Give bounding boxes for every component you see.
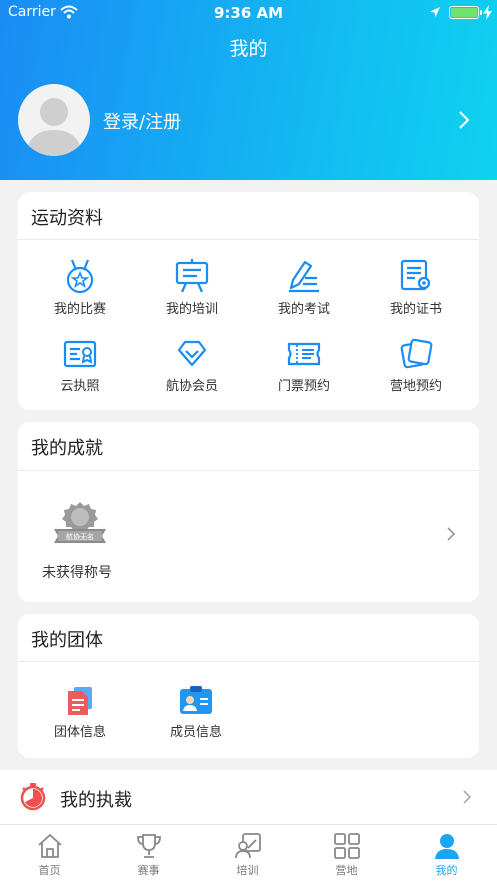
default-avatar-icon (26, 98, 82, 156)
group-info-label: 团体信息 (53, 725, 106, 740)
association-member-label: 航协会员 (165, 379, 218, 394)
tab-training-label: 培训 (236, 864, 259, 877)
member-card-icon (180, 686, 212, 714)
group-card: 我的团体 团体信息 成员信息 (18, 614, 479, 758)
my-exams-item[interactable]: 我的考试 (248, 258, 360, 317)
group-title: 我的团体 (31, 630, 103, 651)
achievements-title: 我的成就 (31, 438, 103, 459)
home-icon (37, 834, 62, 858)
group-document-icon (68, 687, 92, 715)
divider (18, 661, 479, 662)
avatar[interactable] (18, 84, 90, 156)
member-info-item[interactable]: 成员信息 (140, 685, 252, 740)
no-title-label: 未获得称号 (42, 565, 112, 581)
tab-events-label: 赛事 (137, 864, 160, 877)
status-bar: Carrier 9:36 AM (0, 0, 497, 26)
location-arrow-icon (430, 7, 440, 17)
my-referee-row[interactable]: 我的执裁 (0, 770, 497, 824)
my-competitions-label: 我的比赛 (53, 302, 106, 317)
sports-profile-card: 运动资料 我的比赛 我的培训 我的考试 我的证书 云执照 航协会员 门票预约 营… (18, 192, 479, 410)
sports-profile-title: 运动资料 (31, 208, 103, 229)
bottom-tab-bar: 首页 赛事 培训 营地 我的 (0, 824, 497, 883)
tab-home[interactable]: 首页 (0, 825, 99, 883)
tab-mine[interactable]: 我的 (397, 825, 496, 883)
trainer-icon (234, 833, 261, 859)
user-icon (434, 834, 459, 859)
charging-bolt-icon (483, 5, 492, 20)
medal-icon (66, 259, 94, 294)
my-training-item[interactable]: 我的培训 (136, 258, 248, 317)
diamond-icon (177, 340, 207, 367)
training-board-icon (175, 259, 209, 293)
association-member-item[interactable]: 航协会员 (136, 337, 248, 394)
trophy-icon (136, 834, 161, 858)
status-time: 9:36 AM (213, 4, 284, 22)
cloud-license-label: 云执照 (60, 379, 100, 394)
camp-booking-label: 营地预约 (389, 379, 442, 394)
badge-text: 航协无名 (66, 532, 94, 541)
my-referee-label: 我的执裁 (60, 790, 132, 811)
tab-events[interactable]: 赛事 (99, 825, 198, 883)
license-icon (63, 340, 97, 368)
my-exams-label: 我的考试 (277, 302, 330, 317)
ticket-icon (287, 342, 321, 366)
chevron-right-icon[interactable] (462, 789, 472, 805)
ticket-booking-label: 门票预约 (277, 379, 330, 394)
tab-home-label: 首页 (38, 864, 61, 877)
my-competitions-item[interactable]: 我的比赛 (24, 258, 136, 317)
group-info-item[interactable]: 团体信息 (24, 685, 136, 740)
login-register-link[interactable]: 登录/注册 (103, 108, 181, 134)
tab-camp-label: 营地 (335, 864, 358, 877)
page-title: 我的 (229, 38, 268, 60)
exam-pen-icon (289, 260, 319, 293)
cloud-license-item[interactable]: 云执照 (24, 337, 136, 394)
certificate-icon (400, 259, 431, 291)
my-certificates-item[interactable]: 我的证书 (360, 258, 472, 317)
chevron-right-icon[interactable] (458, 110, 470, 130)
profile-header: Carrier 9:36 AM 我的 登录/注册 (0, 0, 497, 180)
tab-mine-label: 我的 (435, 864, 458, 877)
my-training-label: 我的培训 (165, 302, 218, 317)
divider (18, 239, 479, 240)
divider (18, 470, 479, 471)
camp-grid-icon (333, 833, 360, 859)
camp-cards-icon (400, 338, 433, 369)
gray-medal-icon: 航协无名 (54, 502, 106, 543)
camp-booking-item[interactable]: 营地预约 (360, 337, 472, 394)
achievements-card[interactable]: 我的成就 航协无名 未获得称号 (18, 422, 479, 602)
member-info-label: 成员信息 (169, 725, 222, 740)
ticket-booking-item[interactable]: 门票预约 (248, 337, 360, 394)
tab-training[interactable]: 培训 (198, 825, 297, 883)
my-certificates-label: 我的证书 (389, 302, 442, 317)
referee-timer-icon (20, 783, 46, 811)
battery-icon (449, 6, 482, 19)
tab-camp[interactable]: 营地 (297, 825, 396, 883)
chevron-right-icon[interactable] (446, 526, 456, 542)
